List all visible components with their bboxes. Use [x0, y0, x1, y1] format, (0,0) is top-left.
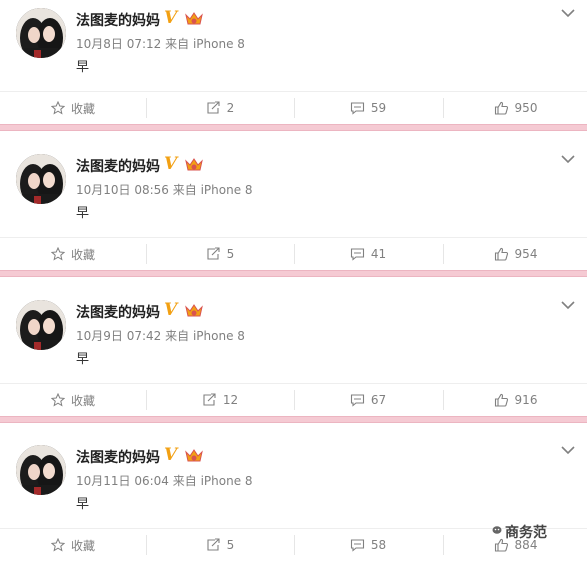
post-separator: [0, 270, 587, 277]
thumbs-up-icon: [494, 247, 508, 261]
verified-v-icon: V: [164, 445, 178, 465]
action-bar: 收藏 5 41 954: [0, 237, 587, 270]
like-button[interactable]: 954: [444, 238, 587, 270]
post-source: 来自 iPhone 8: [165, 37, 245, 51]
post-content: 早: [76, 352, 90, 367]
post-separator: [0, 124, 587, 131]
like-button[interactable]: 916: [444, 384, 587, 416]
comment-button[interactable]: 67: [295, 384, 441, 416]
favorite-button[interactable]: 收藏: [0, 92, 146, 124]
repost-icon: [203, 393, 216, 406]
post-source: 来自 iPhone 8: [172, 183, 253, 197]
verified-v-icon: V: [164, 8, 178, 28]
post-separator: [0, 416, 587, 423]
post-meta: 10月9日 07:42 来自 iPhone 8: [76, 327, 245, 344]
comment-count: 59: [370, 101, 387, 115]
repost-count: 2: [226, 101, 235, 115]
post-card: 法图麦的妈妈 V 10月8日 07:12 来自 iPhone 8 早 收藏 2: [0, 0, 587, 124]
chevron-down-icon[interactable]: [560, 299, 576, 311]
post-time[interactable]: 10月9日 07:42: [76, 329, 161, 343]
action-bar: 收藏 2 59 950: [0, 91, 587, 124]
repost-icon: [207, 247, 220, 260]
post-time[interactable]: 10月8日 07:12: [76, 37, 161, 51]
username[interactable]: 法图麦的妈妈: [76, 302, 160, 322]
star-icon: [50, 538, 65, 552]
comment-button[interactable]: 41: [295, 238, 441, 270]
post-card: 法图麦的妈妈 V 10月10日 08:56 来自 iPhone 8 早 收藏 5: [0, 146, 587, 270]
comment-count: 67: [370, 393, 387, 407]
like-count: 916: [514, 393, 538, 407]
avatar[interactable]: [16, 154, 66, 204]
favorite-label: 收藏: [70, 393, 95, 408]
like-button[interactable]: 950: [444, 92, 587, 124]
avatar[interactable]: [16, 445, 66, 495]
post-time[interactable]: 10月10日 08:56: [76, 183, 169, 197]
post-content: 早: [76, 206, 90, 221]
repost-button[interactable]: 5: [147, 529, 293, 561]
favorite-button[interactable]: 收藏: [0, 238, 146, 270]
post-time[interactable]: 10月11日 06:04: [76, 474, 169, 488]
repost-button[interactable]: 2: [147, 92, 293, 124]
like-count: 950: [514, 101, 538, 115]
verified-v-icon: V: [164, 300, 178, 320]
chevron-down-icon[interactable]: [560, 444, 576, 456]
post-source: 来自 iPhone 8: [172, 474, 253, 488]
action-bar: 收藏 12 67 916: [0, 383, 587, 416]
comment-icon: [350, 394, 364, 407]
username[interactable]: 法图麦的妈妈: [76, 10, 160, 30]
chevron-down-icon[interactable]: [560, 7, 576, 19]
comment-icon: [350, 102, 364, 115]
repost-icon: [207, 538, 220, 551]
crown-badge-icon: [185, 449, 203, 462]
comment-icon: [350, 248, 364, 261]
favorite-button[interactable]: 收藏: [0, 529, 146, 561]
comment-button[interactable]: 59: [295, 92, 441, 124]
thumbs-up-icon: [494, 101, 508, 115]
comment-count: 41: [370, 247, 387, 261]
post-content: 早: [76, 60, 90, 75]
star-icon: [50, 247, 65, 261]
post-content: 早: [76, 497, 90, 512]
repost-count: 12: [222, 393, 239, 407]
avatar[interactable]: [16, 300, 66, 350]
repost-icon: [207, 101, 220, 114]
verified-v-icon: V: [164, 154, 178, 174]
post-meta: 10月10日 08:56 来自 iPhone 8: [76, 181, 253, 198]
post-meta: 10月11日 06:04 来自 iPhone 8: [76, 472, 253, 489]
wechat-icon: [492, 526, 502, 534]
comment-icon: [350, 539, 364, 552]
post-meta: 10月8日 07:12 来自 iPhone 8: [76, 35, 245, 52]
crown-badge-icon: [185, 304, 203, 317]
avatar[interactable]: [16, 8, 66, 58]
chevron-down-icon[interactable]: [560, 153, 576, 165]
repost-count: 5: [226, 538, 235, 552]
comment-button[interactable]: 58: [295, 529, 441, 561]
watermark: 商务范: [505, 525, 547, 541]
star-icon: [50, 393, 65, 407]
like-count: 954: [514, 247, 538, 261]
post-source: 来自 iPhone 8: [165, 329, 245, 343]
post-card: 法图麦的妈妈 V 10月11日 06:04 来自 iPhone 8 早 收藏 5: [0, 437, 587, 561]
repost-button[interactable]: 5: [147, 238, 293, 270]
username[interactable]: 法图麦的妈妈: [76, 447, 160, 467]
favorite-label: 收藏: [70, 247, 95, 262]
star-icon: [50, 101, 65, 115]
favorite-button[interactable]: 收藏: [0, 384, 146, 416]
repost-button[interactable]: 12: [147, 384, 293, 416]
username[interactable]: 法图麦的妈妈: [76, 156, 160, 176]
thumbs-up-icon: [494, 393, 508, 407]
favorite-label: 收藏: [70, 101, 95, 116]
post-card: 法图麦的妈妈 V 10月9日 07:42 来自 iPhone 8 早 收藏 12: [0, 292, 587, 416]
comment-count: 58: [370, 538, 387, 552]
crown-badge-icon: [185, 12, 203, 25]
favorite-label: 收藏: [70, 538, 95, 553]
crown-badge-icon: [185, 158, 203, 171]
repost-count: 5: [226, 247, 235, 261]
